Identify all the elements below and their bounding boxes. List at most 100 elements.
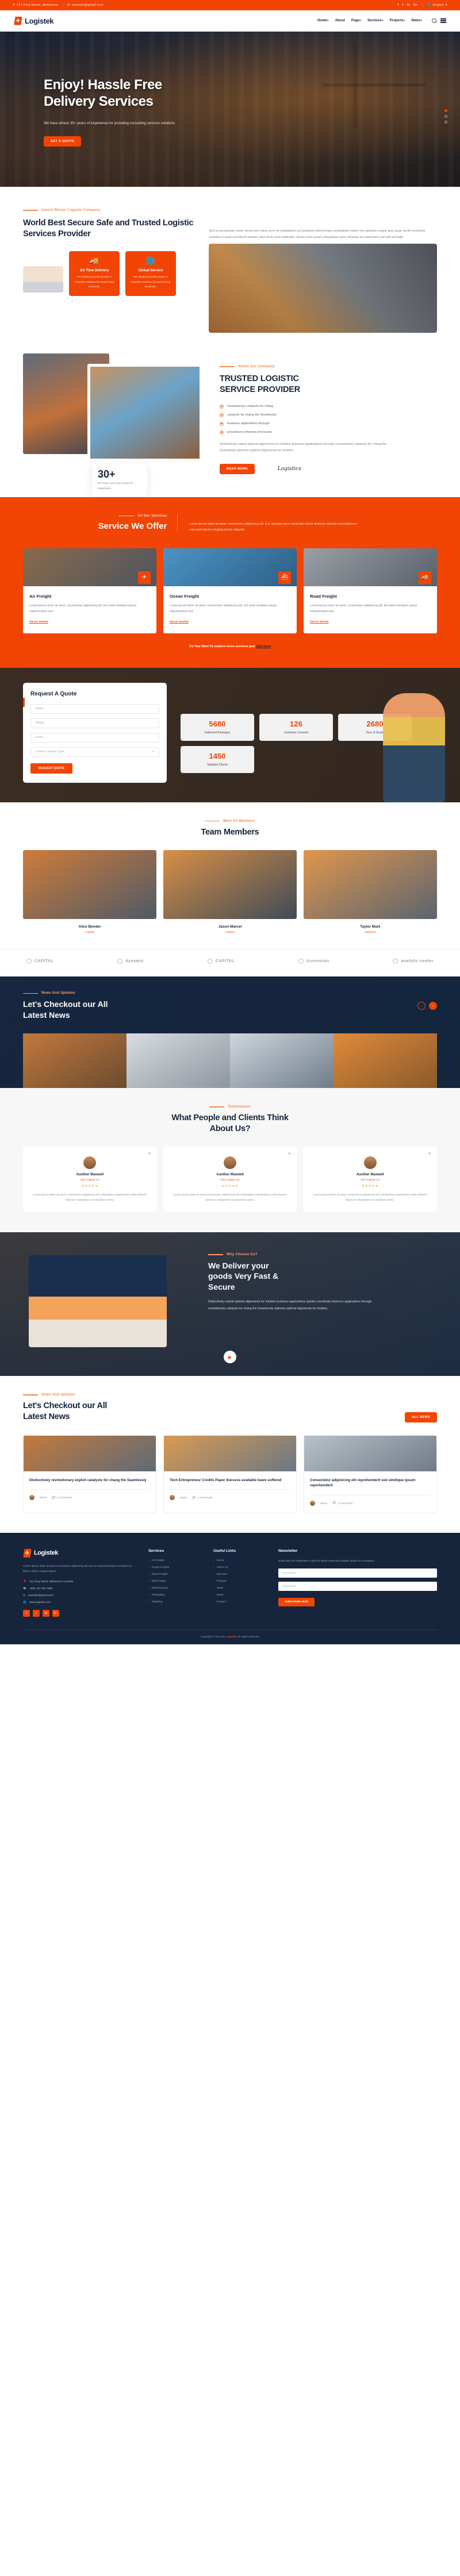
facebook-icon[interactable]: f xyxy=(23,1609,30,1617)
footer-newsletter-column: Newsletter Subscribe our newsletter to g… xyxy=(278,1549,437,1617)
search-icon[interactable] xyxy=(432,18,436,23)
bullet-icon xyxy=(220,404,224,409)
hero-dot-3[interactable] xyxy=(444,121,447,124)
feature-card-on-time-delivery[interactable]: 🚚 On Time Delivery We always provide peo… xyxy=(69,251,120,297)
service-card-road-freight[interactable]: 🚚 Road Freight Lorem ipsum dolor sit ame… xyxy=(304,548,437,633)
eyebrow-line xyxy=(209,1106,225,1108)
news-slide-image[interactable] xyxy=(230,1033,334,1089)
linkedin-icon[interactable]: in xyxy=(43,1609,49,1617)
hero-dot-2[interactable] xyxy=(444,115,447,118)
list-item[interactable]: › Team xyxy=(213,1587,268,1590)
nav-item-projects[interactable]: Projects+ xyxy=(390,19,405,22)
quote-phone-field[interactable]: Phone xyxy=(30,718,159,728)
play-icon[interactable]: ▶ xyxy=(224,1351,236,1363)
news-slide-image[interactable] xyxy=(334,1033,437,1089)
service-card-image xyxy=(23,548,156,586)
news-slider-eyebrow: News And Updates xyxy=(23,991,437,995)
twitter-icon[interactable]: t xyxy=(402,3,404,7)
footer-contact-phone[interactable]: ☎ +880 123 456 7890 xyxy=(23,1587,138,1590)
list-item[interactable]: › Ocean Freight xyxy=(148,1566,203,1569)
nav-item-page[interactable]: Page+ xyxy=(351,19,361,22)
testimonial-text: Lorem ipsum dolor sit amet consectetur a… xyxy=(313,1193,427,1202)
quote-service-select[interactable]: Choose Service Type ▾ xyxy=(30,747,159,757)
about-feature-cards: 🚚 On Time Delivery We always provide peo… xyxy=(23,251,194,297)
list-item[interactable]: › Contact xyxy=(213,1601,268,1604)
topbar-separator: | xyxy=(62,3,64,7)
language-selector[interactable]: 🌐 English ▾ xyxy=(427,3,447,7)
team-member[interactable]: Taylor Mark Engineer xyxy=(304,850,437,934)
services-title: Service We Offer xyxy=(98,521,167,531)
topbar-email[interactable]: ✉ example@gmail.com xyxy=(67,3,103,7)
quote-submit-button[interactable]: REQUEST QUOTE xyxy=(30,763,72,774)
news-slide-image[interactable] xyxy=(23,1033,126,1089)
team-member[interactable]: Jason Marcel Captain xyxy=(163,850,297,934)
list-item[interactable]: › Projects xyxy=(213,1580,268,1583)
nav-item-news[interactable]: News+ xyxy=(411,19,422,22)
hero-content: Enjoy! Hassle Free Delivery Services We … xyxy=(0,32,276,147)
trusted-title-line2: SERVICE PROVIDER xyxy=(220,385,300,394)
googleplus-icon[interactable]: G+ xyxy=(52,1609,59,1617)
blog-comments: 💬 2 Comments xyxy=(52,1495,72,1500)
slider-next-button[interactable]: › xyxy=(429,1002,437,1010)
linkedin-icon[interactable]: in xyxy=(407,3,410,7)
newsletter-name-input[interactable]: Your Name xyxy=(278,1568,437,1578)
quote-name-field[interactable]: Name xyxy=(30,703,159,714)
brand-logo[interactable]: analytic center xyxy=(393,959,434,964)
list-item[interactable]: › Warehousing xyxy=(148,1587,203,1590)
service-card-air-freight[interactable]: ✈ Air Freight Lorem ipsum dolor sit amet… xyxy=(23,548,156,633)
brand-logo[interactable]: CAPITAL xyxy=(207,959,235,964)
blog-card[interactable]: Distinctively revolutionary exploit cata… xyxy=(23,1435,156,1513)
blog-card-body: Distinctively revolutionary exploit cata… xyxy=(24,1471,156,1508)
list-item[interactable]: › Home xyxy=(213,1559,268,1562)
logo[interactable]: ✈ Logistek xyxy=(14,16,54,25)
all-news-button[interactable]: ALL NEWS xyxy=(405,1412,437,1422)
team-member[interactable]: Alice Bender Captain xyxy=(23,850,156,934)
googleplus-icon[interactable]: G+ xyxy=(413,3,418,7)
news-slide-image[interactable] xyxy=(126,1033,230,1089)
hero-cta-button[interactable]: GET A QUOTE xyxy=(44,136,82,147)
slider-prev-button[interactable]: ‹ xyxy=(417,1002,425,1010)
why-image-area xyxy=(23,1249,195,1353)
list-item[interactable]: › Air Freight xyxy=(148,1559,203,1562)
list-item[interactable]: › Services xyxy=(213,1573,268,1576)
trusted-read-more-button[interactable]: READ MORE xyxy=(220,463,255,474)
footer-logo[interactable]: ✈ Logistek xyxy=(23,1548,138,1558)
facebook-icon[interactable]: f xyxy=(398,3,399,7)
list-item[interactable]: › Packaging xyxy=(148,1594,203,1597)
brand-logo[interactable]: dynamic xyxy=(117,959,144,964)
service-card-ocean-freight[interactable]: ⛴ Ocean Freight Lorem ipsum dolor sit am… xyxy=(163,548,297,633)
list-item[interactable]: › About Us xyxy=(213,1566,268,1569)
quote-email-field[interactable]: Email xyxy=(30,732,159,743)
blog-card[interactable]: Consectetur adipisicing elit reprehender… xyxy=(304,1435,437,1513)
services-note-link[interactable]: click here xyxy=(256,645,271,648)
trusted-title: TRUSTED LOGISTIC SERVICE PROVIDER xyxy=(220,374,437,395)
list-item[interactable]: › Shipping xyxy=(148,1601,203,1604)
stat-satisfied-clients: 1450 Satisfied Clients xyxy=(181,746,254,773)
request-quote-form: Request A Quote Name Phone Email Choose … xyxy=(23,682,167,783)
list-item[interactable]: › News xyxy=(213,1594,268,1597)
newsletter-email-input[interactable]: Your Email xyxy=(278,1582,437,1591)
nav-item-services[interactable]: Services+ xyxy=(367,19,384,22)
list-item[interactable]: › Road Freight xyxy=(148,1573,203,1576)
feature-card-global-service[interactable]: 🌐 Global Service We always provide peopl… xyxy=(125,251,176,297)
footer-contact-website[interactable]: 🌐 www.logistek.com xyxy=(23,1601,138,1604)
twitter-icon[interactable]: t xyxy=(33,1609,40,1617)
newsletter-subscribe-button[interactable]: SUBSCRIBE NOW xyxy=(278,1598,315,1607)
footer-copyright: Copyright © 2021 by Logistek. All rights… xyxy=(23,1629,437,1644)
hero-dot-1[interactable] xyxy=(444,109,447,112)
brand-logo[interactable]: Ascension xyxy=(298,959,329,964)
footer-contact-email[interactable]: ✉ example@gmail.com xyxy=(23,1594,138,1597)
service-card-desc: Lorem ipsum dolor sit amet, consectetur … xyxy=(170,603,277,614)
news-slider-eyebrow-text: News And Updates xyxy=(41,991,75,995)
testimonial-text: Lorem ipsum dolor sit amet consectetur a… xyxy=(172,1193,288,1202)
team-eyebrow: Meet All Members xyxy=(23,820,437,823)
brand-logo[interactable]: CAPITAL xyxy=(26,959,53,964)
service-read-more-link[interactable]: READ MORE xyxy=(310,621,329,624)
list-item[interactable]: › Rail Freight xyxy=(148,1580,203,1583)
nav-item-home[interactable]: Home+ xyxy=(317,19,329,22)
nav-item-about[interactable]: About xyxy=(335,19,345,22)
service-read-more-link[interactable]: READ MORE xyxy=(170,621,189,624)
blog-card[interactable]: Tech Entrepreneur Credits Paper Success … xyxy=(163,1435,297,1513)
menu-icon[interactable] xyxy=(440,18,446,23)
service-read-more-link[interactable]: READ MORE xyxy=(29,621,48,624)
